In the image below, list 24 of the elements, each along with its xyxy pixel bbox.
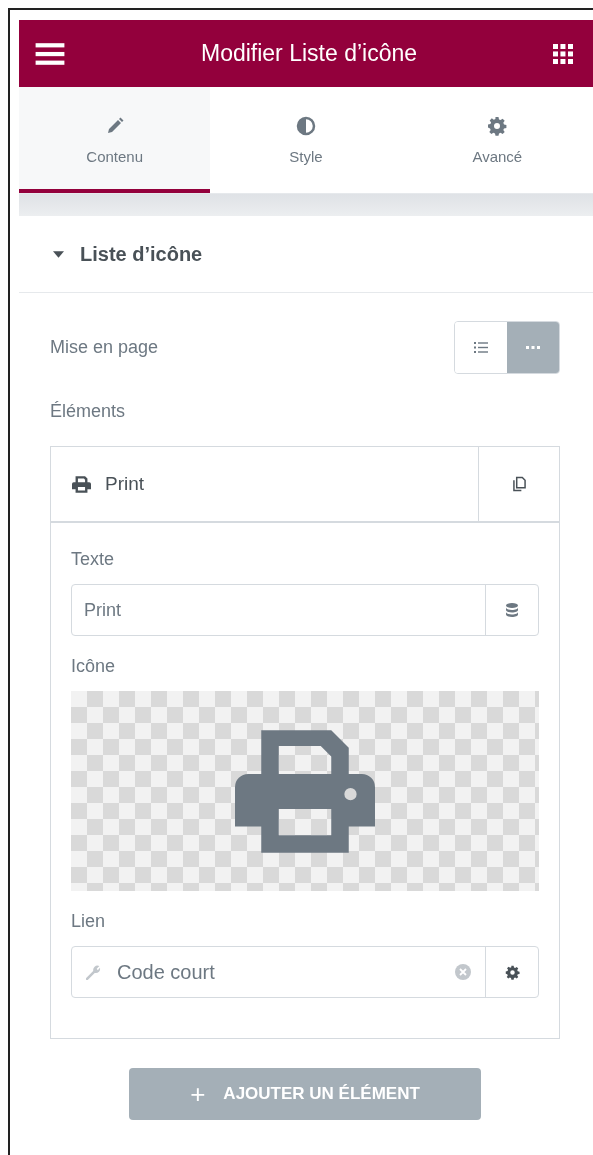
printer-icon — [72, 475, 91, 493]
dots-icon — [526, 346, 540, 349]
icon-preview[interactable] — [71, 691, 539, 891]
copy-icon — [512, 476, 526, 492]
list-icon — [474, 342, 488, 353]
caret-icon[interactable] — [53, 250, 64, 258]
link-field[interactable]: Code court — [71, 946, 539, 998]
layout-label: Mise en page — [50, 337, 159, 358]
text-field[interactable]: Print — [71, 584, 539, 636]
elements-label: Éléments — [50, 401, 127, 422]
contrast-icon — [296, 116, 316, 136]
gear-icon — [487, 116, 508, 136]
database-icon — [506, 603, 518, 617]
tab[interactable]: Contenu — [19, 87, 211, 193]
grid-icon[interactable] — [553, 43, 573, 64]
link-label: Lien — [71, 911, 107, 932]
icon-label: Icône — [71, 656, 117, 677]
menu-icon[interactable] — [35, 41, 65, 66]
section-title[interactable]: Liste d’icône — [80, 242, 203, 266]
panel-title: Modifier Liste d’icône — [200, 40, 418, 67]
gear-icon — [504, 964, 520, 980]
text-label: Texte — [71, 549, 116, 570]
printer-icon — [235, 729, 375, 853]
wrench-icon — [86, 964, 101, 980]
